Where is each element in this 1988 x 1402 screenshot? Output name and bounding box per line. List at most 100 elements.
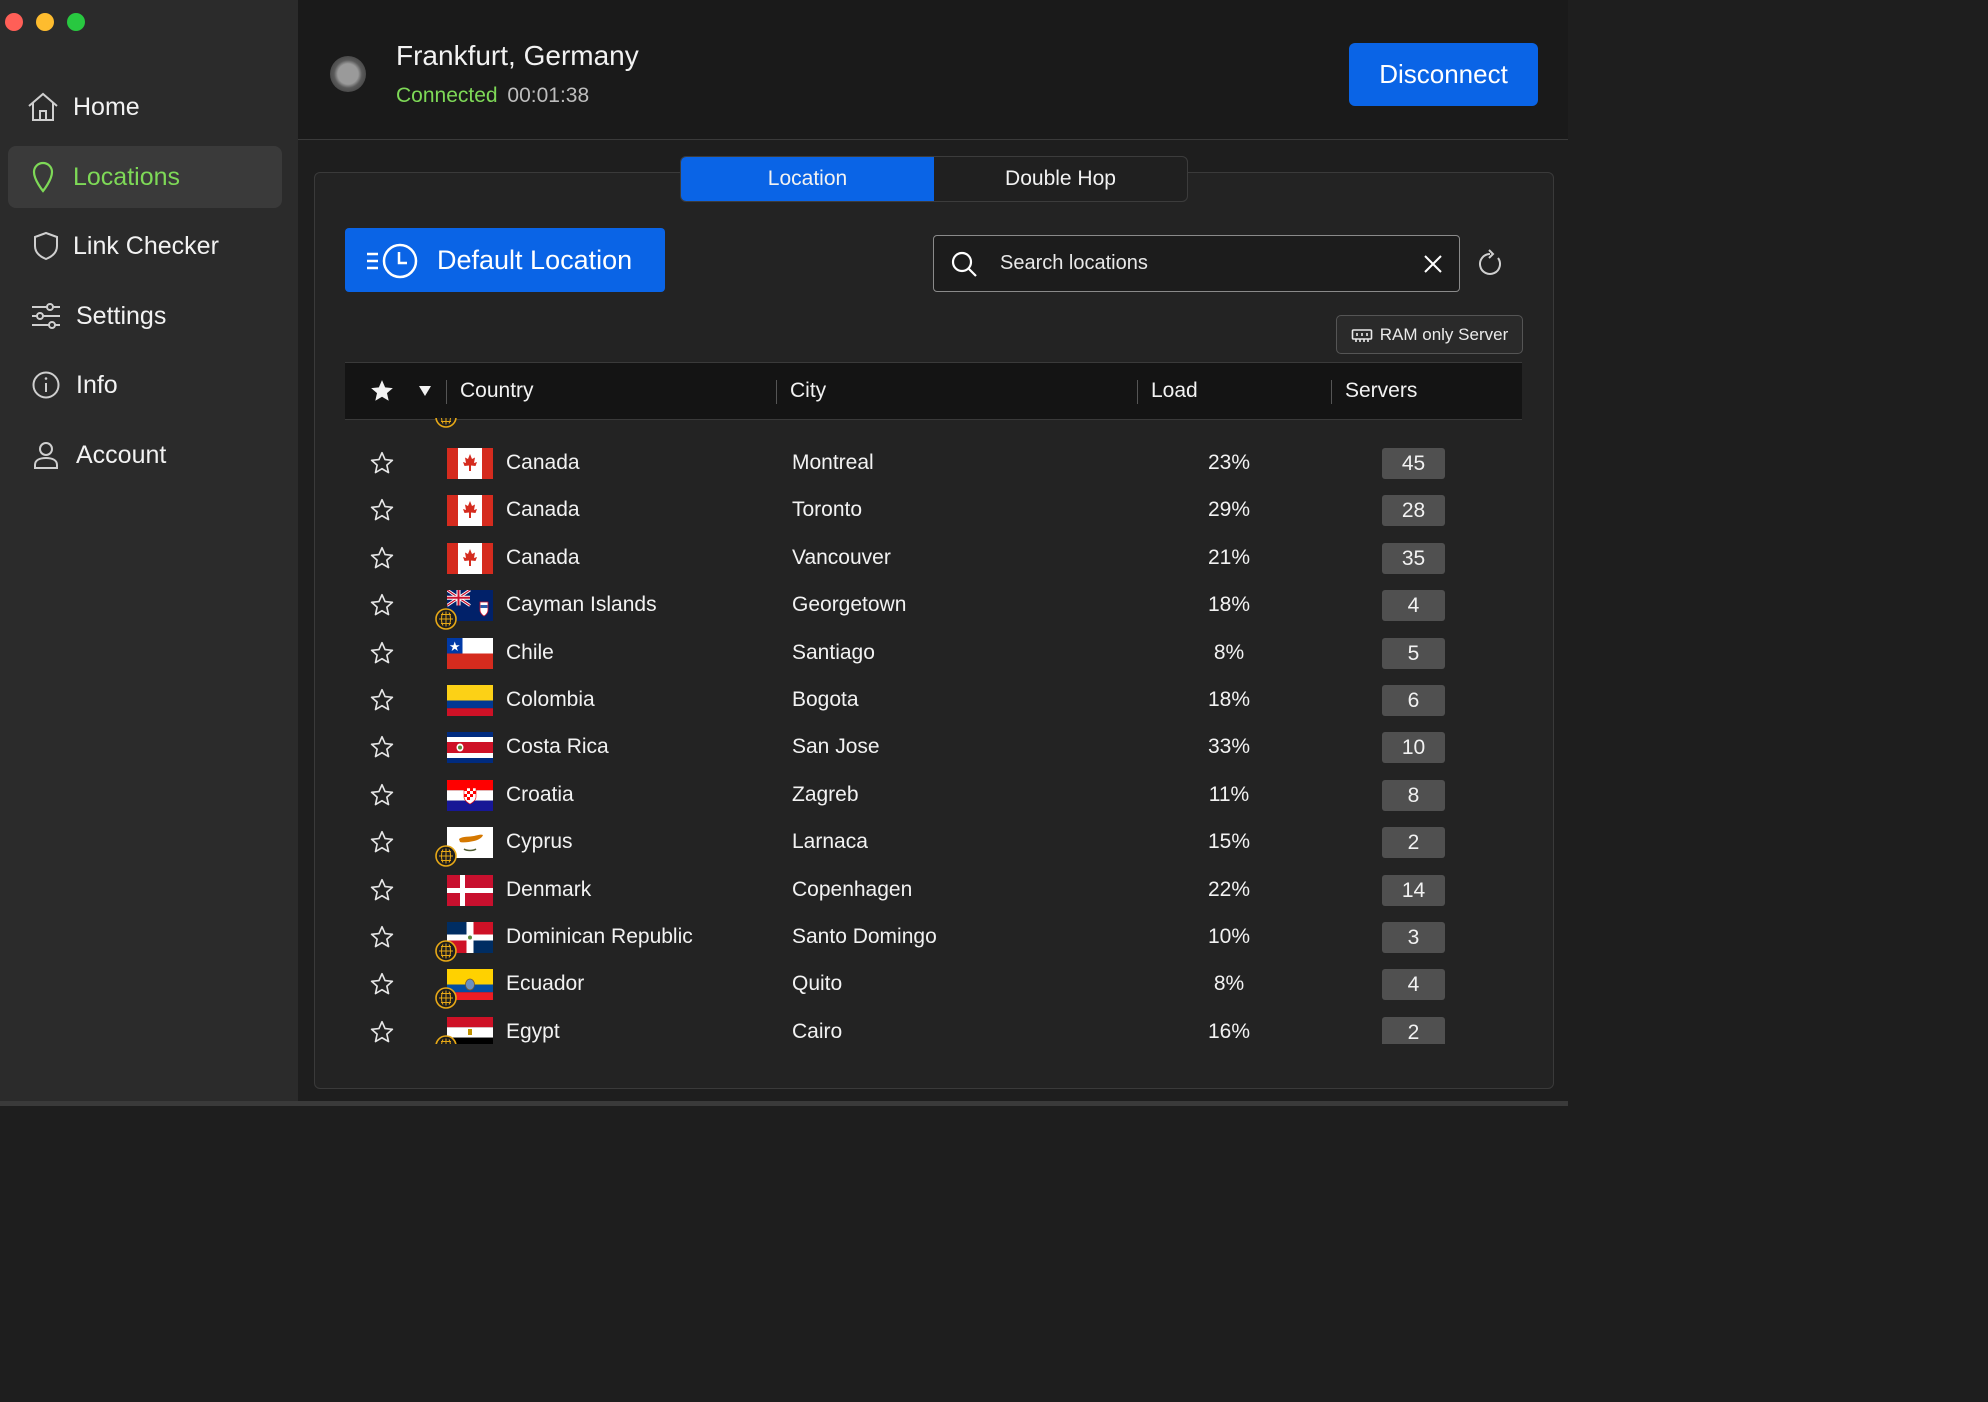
sidebar-item-home[interactable]: Home — [8, 76, 282, 138]
favorite-star-icon[interactable] — [369, 971, 395, 997]
column-header-country[interactable]: Country — [460, 363, 534, 419]
country-cell: Canada — [506, 498, 580, 522]
favorite-star-icon[interactable] — [369, 734, 395, 760]
table-row[interactable]: Croatia Zagreb 11% 8 — [345, 772, 1522, 819]
view-mode-tabs: Location Double Hop — [680, 156, 1188, 202]
table-row[interactable]: Canada Vancouver 21% 35 — [345, 535, 1522, 582]
default-location-button[interactable]: Default Location — [345, 228, 665, 292]
servers-count-badge: 2 — [1382, 827, 1445, 859]
country-cell: Ecuador — [506, 972, 585, 996]
sidebar-item-label: Account — [76, 440, 167, 469]
tor-badge-icon — [435, 987, 457, 1010]
city-cell: Cairo — [792, 1019, 843, 1043]
city-cell: Larnaca — [792, 830, 868, 854]
servers-count-badge: 8 — [1382, 779, 1445, 811]
sidebar-item-account[interactable]: Account — [8, 424, 282, 486]
table-row[interactable]: Canada Toronto 29% 28 — [345, 487, 1522, 534]
city-cell: Montreal — [792, 451, 874, 474]
ram-only-server-filter[interactable]: RAM only Server — [1336, 315, 1523, 354]
tab-location[interactable]: Location — [681, 157, 934, 201]
window-bottom-edge — [0, 1101, 1568, 1106]
favorite-star-icon[interactable] — [369, 640, 395, 666]
country-cell: Dominican Republic — [506, 925, 693, 948]
favorite-star-icon[interactable] — [369, 450, 395, 476]
sidebar-item-info[interactable]: Info — [8, 354, 282, 416]
country-cell: Chile — [506, 640, 554, 664]
favorite-star-icon[interactable] — [369, 829, 395, 855]
flag-dk-icon — [447, 874, 493, 906]
table-row[interactable]: Egypt Cairo 16% 2 — [345, 1009, 1522, 1044]
sidebar-item-link-checker[interactable]: Link Checker — [8, 215, 282, 277]
close-window-button[interactable] — [5, 13, 23, 31]
column-header-city[interactable]: City — [790, 363, 826, 419]
ram-only-label: RAM only Server — [1379, 324, 1509, 344]
connection-header: Frankfurt, Germany Connected 00:01:38 Di… — [298, 0, 1568, 140]
connection-status: Connected — [396, 84, 498, 107]
load-cell: 29% — [1207, 498, 1251, 522]
table-row[interactable]: Denmark Copenhagen 22% 14 — [345, 867, 1522, 914]
sort-dropdown-icon[interactable] — [418, 363, 432, 419]
clear-search-icon[interactable] — [1421, 252, 1445, 276]
tor-badge-icon — [435, 940, 457, 962]
refresh-icon[interactable] — [1476, 249, 1504, 279]
table-row[interactable]: Canada Montreal 23% 45 — [345, 440, 1522, 487]
table-row-partial — [345, 418, 1522, 428]
city-cell: Bogota — [792, 688, 859, 711]
connection-status-line: Connected 00:01:38 — [396, 84, 589, 108]
load-cell: 8% — [1213, 640, 1245, 664]
clock-list-icon — [365, 240, 421, 280]
flag-ca-icon — [447, 448, 493, 479]
sliders-icon — [28, 298, 64, 334]
table-row[interactable]: Chile Santiago 8% 5 — [345, 630, 1522, 677]
servers-count-badge: 3 — [1382, 922, 1445, 953]
tab-double-hop[interactable]: Double Hop — [934, 157, 1187, 201]
favorite-star-icon[interactable] — [369, 592, 395, 618]
sidebar-item-label: Locations — [73, 162, 181, 191]
default-location-label: Default Location — [437, 244, 633, 275]
load-cell: 18% — [1207, 593, 1251, 617]
servers-count-badge: 10 — [1382, 732, 1445, 764]
country-cell: Egypt — [506, 1019, 560, 1043]
load-cell: 8% — [1213, 972, 1245, 996]
column-header-servers[interactable]: Servers — [1345, 363, 1417, 419]
servers-count-badge: 14 — [1382, 874, 1445, 906]
favorite-star-icon[interactable] — [369, 877, 395, 903]
favorite-star-icon[interactable] — [369, 924, 395, 950]
table-row[interactable]: Cyprus Larnaca 15% 2 — [345, 819, 1522, 867]
table-row[interactable]: Cayman Islands Georgetown 18% 4 — [345, 582, 1522, 630]
disconnect-button[interactable]: Disconnect — [1349, 43, 1538, 106]
load-cell: 22% — [1207, 877, 1251, 901]
servers-count-badge: 4 — [1382, 590, 1445, 622]
favorite-star-icon[interactable] — [369, 545, 395, 571]
connected-location: Frankfurt, Germany — [396, 40, 639, 71]
table-row[interactable]: Dominican Republic Santo Domingo 10% 3 — [345, 914, 1522, 962]
city-cell: Santiago — [792, 640, 875, 664]
column-header-load[interactable]: Load — [1151, 363, 1198, 419]
table-row[interactable]: Ecuador Quito 8% 4 — [345, 961, 1522, 1010]
search-input[interactable] — [998, 251, 1421, 276]
city-cell: Toronto — [792, 498, 863, 522]
table-row[interactable]: Colombia Bogota 18% 6 — [345, 677, 1522, 724]
flag-cl-icon — [447, 637, 493, 669]
search-icon — [951, 251, 977, 277]
city-cell: Quito — [792, 972, 843, 996]
sidebar-item-label: Link Checker — [73, 231, 219, 260]
favorite-star-icon[interactable] — [369, 1019, 395, 1044]
favorites-column-star-icon[interactable] — [369, 363, 395, 419]
load-cell: 33% — [1207, 735, 1251, 759]
minimize-window-button[interactable] — [36, 13, 54, 31]
city-cell: Vancouver — [792, 545, 891, 569]
table-row[interactable]: Costa Rica San Jose 33% 10 — [345, 724, 1522, 771]
sidebar-item-settings[interactable]: Settings — [8, 285, 282, 347]
table-header: Country City Load Servers — [345, 362, 1522, 420]
favorite-star-icon[interactable] — [369, 687, 395, 713]
favorite-star-icon[interactable] — [369, 782, 395, 808]
zoom-window-button[interactable] — [67, 13, 85, 31]
country-cell: Cayman Islands — [506, 593, 657, 617]
servers-count-badge: 35 — [1382, 542, 1445, 574]
servers-count-badge: 45 — [1382, 448, 1445, 479]
flag-hr-icon — [447, 779, 493, 811]
favorite-star-icon[interactable] — [369, 497, 395, 523]
sidebar-item-locations[interactable]: Locations — [8, 146, 282, 208]
flag-cr-icon — [447, 732, 493, 764]
